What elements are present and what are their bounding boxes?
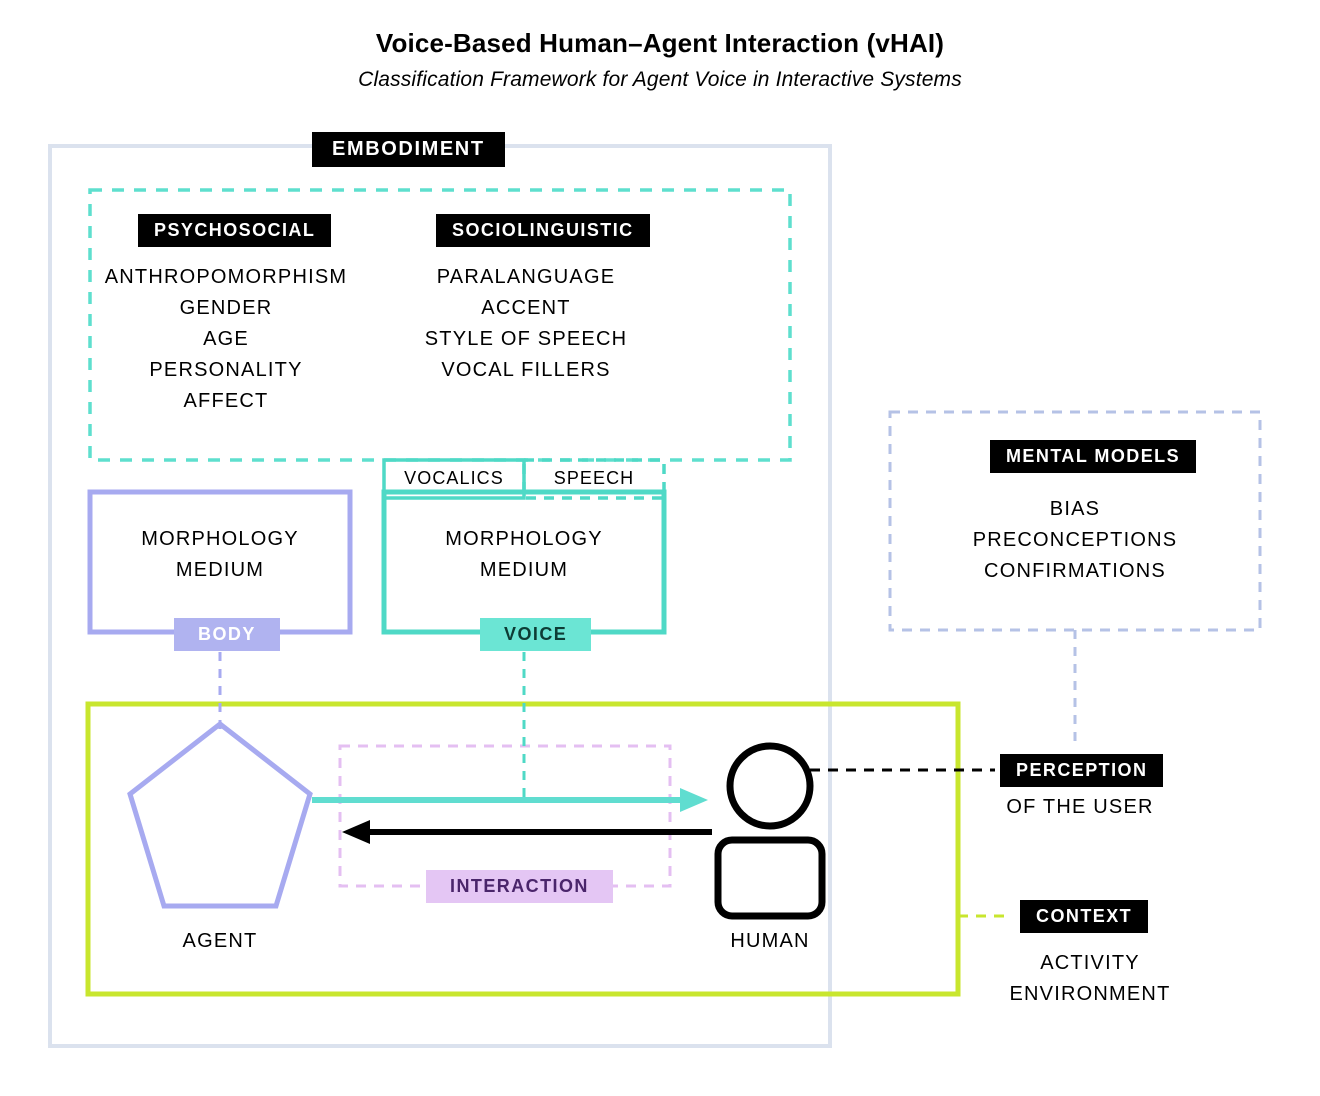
sociolinguistic-item: PARALANGUAGE <box>396 266 656 289</box>
arrow-human-to-agent <box>342 820 712 844</box>
psychosocial-item: ANTHROPOMORPHISM <box>96 266 356 289</box>
psychosocial-tag: PSYCHOSOCIAL <box>138 214 331 247</box>
body-item: MORPHOLOGY <box>90 528 350 551</box>
mental-models-item: BIAS <box>890 498 1260 521</box>
psychosocial-item: PERSONALITY <box>96 359 356 382</box>
perception-sub: OF THE USER <box>1000 796 1160 819</box>
agent-icon <box>130 724 310 906</box>
embodiment-tag: EMBODIMENT <box>312 132 505 167</box>
speech-label: SPEECH <box>524 468 664 489</box>
perception-tag: PERCEPTION <box>1000 754 1163 787</box>
vocalics-label: VOCALICS <box>384 468 524 489</box>
human-label: HUMAN <box>720 930 820 953</box>
context-item: ENVIRONMENT <box>1000 983 1180 1006</box>
voice-item: MORPHOLOGY <box>384 528 664 551</box>
sociolinguistic-item: STYLE OF SPEECH <box>396 328 656 351</box>
sociolinguistic-item: ACCENT <box>396 297 656 320</box>
body-item: MEDIUM <box>90 559 350 582</box>
psychosocial-item: AFFECT <box>96 390 356 413</box>
sociolinguistic-tag: SOCIOLINGUISTIC <box>436 214 650 247</box>
body-label: BODY <box>174 618 280 651</box>
mental-models-item: PRECONCEPTIONS <box>890 529 1260 552</box>
context-items: ACTIVITY ENVIRONMENT <box>1000 944 1180 1014</box>
psychosocial-item: AGE <box>96 328 356 351</box>
body-items: MORPHOLOGY MEDIUM <box>90 520 350 590</box>
voice-label: VOICE <box>480 618 591 651</box>
agent-label: AGENT <box>160 930 280 953</box>
psychosocial-items: ANTHROPOMORPHISM GENDER AGE PERSONALITY … <box>96 258 356 421</box>
sociolinguistic-items: PARALANGUAGE ACCENT STYLE OF SPEECH VOCA… <box>396 258 656 390</box>
voice-items: MORPHOLOGY MEDIUM <box>384 520 664 590</box>
psychosocial-item: GENDER <box>96 297 356 320</box>
context-item: ACTIVITY <box>1000 952 1180 975</box>
interaction-frame <box>340 746 670 886</box>
context-tag: CONTEXT <box>1020 900 1148 933</box>
interaction-label: INTERACTION <box>426 870 613 903</box>
arrow-agent-to-human <box>312 788 708 812</box>
human-icon <box>718 746 822 916</box>
mental-models-item: CONFIRMATIONS <box>890 560 1260 583</box>
mental-models-tag: MENTAL MODELS <box>990 440 1196 473</box>
mental-models-items: BIAS PRECONCEPTIONS CONFIRMATIONS <box>890 490 1260 591</box>
voice-item: MEDIUM <box>384 559 664 582</box>
sociolinguistic-item: VOCAL FILLERS <box>396 359 656 382</box>
